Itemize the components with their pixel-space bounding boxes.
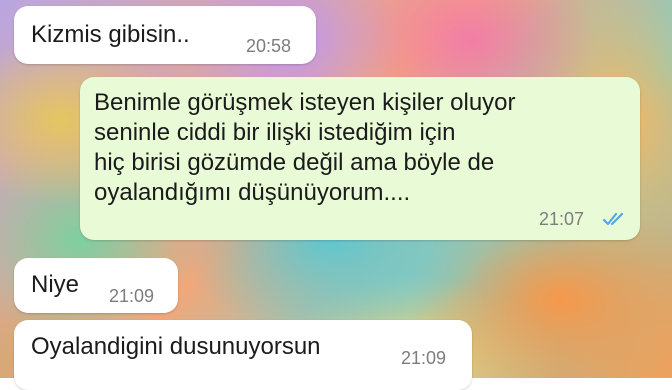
double-check-icon xyxy=(603,212,624,226)
message-timestamp: 20:58 xyxy=(246,36,292,56)
message-text: Kizmis gibisin.. xyxy=(31,21,190,48)
message-text: Niye xyxy=(31,271,80,298)
outgoing-message-bubble[interactable]: Benimle görüşmek isteyen kişiler oluyor … xyxy=(80,77,640,240)
incoming-message-bubble[interactable]: Kizmis gibisin.. 20:58 xyxy=(14,6,316,64)
incoming-message-bubble[interactable]: Niye 21:09 xyxy=(14,258,178,313)
message-text-line: hiç birisi gözümde değil ama böyle de xyxy=(94,149,495,176)
incoming-message-bubble[interactable]: Oyalandigini dusunuyorsun 21:09 xyxy=(14,320,472,390)
message-text-line: Benimle görüşmek isteyen kişiler oluyor xyxy=(94,89,516,116)
message-timestamp: 21:09 xyxy=(401,348,447,368)
message-text: Oyalandigini dusunuyorsun xyxy=(31,333,321,360)
message-text-line: seninle ciddi bir ilişki istediğim için xyxy=(94,119,456,146)
message-timestamp: 21:09 xyxy=(109,286,155,306)
message-text-line: oyalandığımı düşünüyorum.... xyxy=(94,179,411,206)
message-timestamp: 21:07 xyxy=(539,209,585,229)
